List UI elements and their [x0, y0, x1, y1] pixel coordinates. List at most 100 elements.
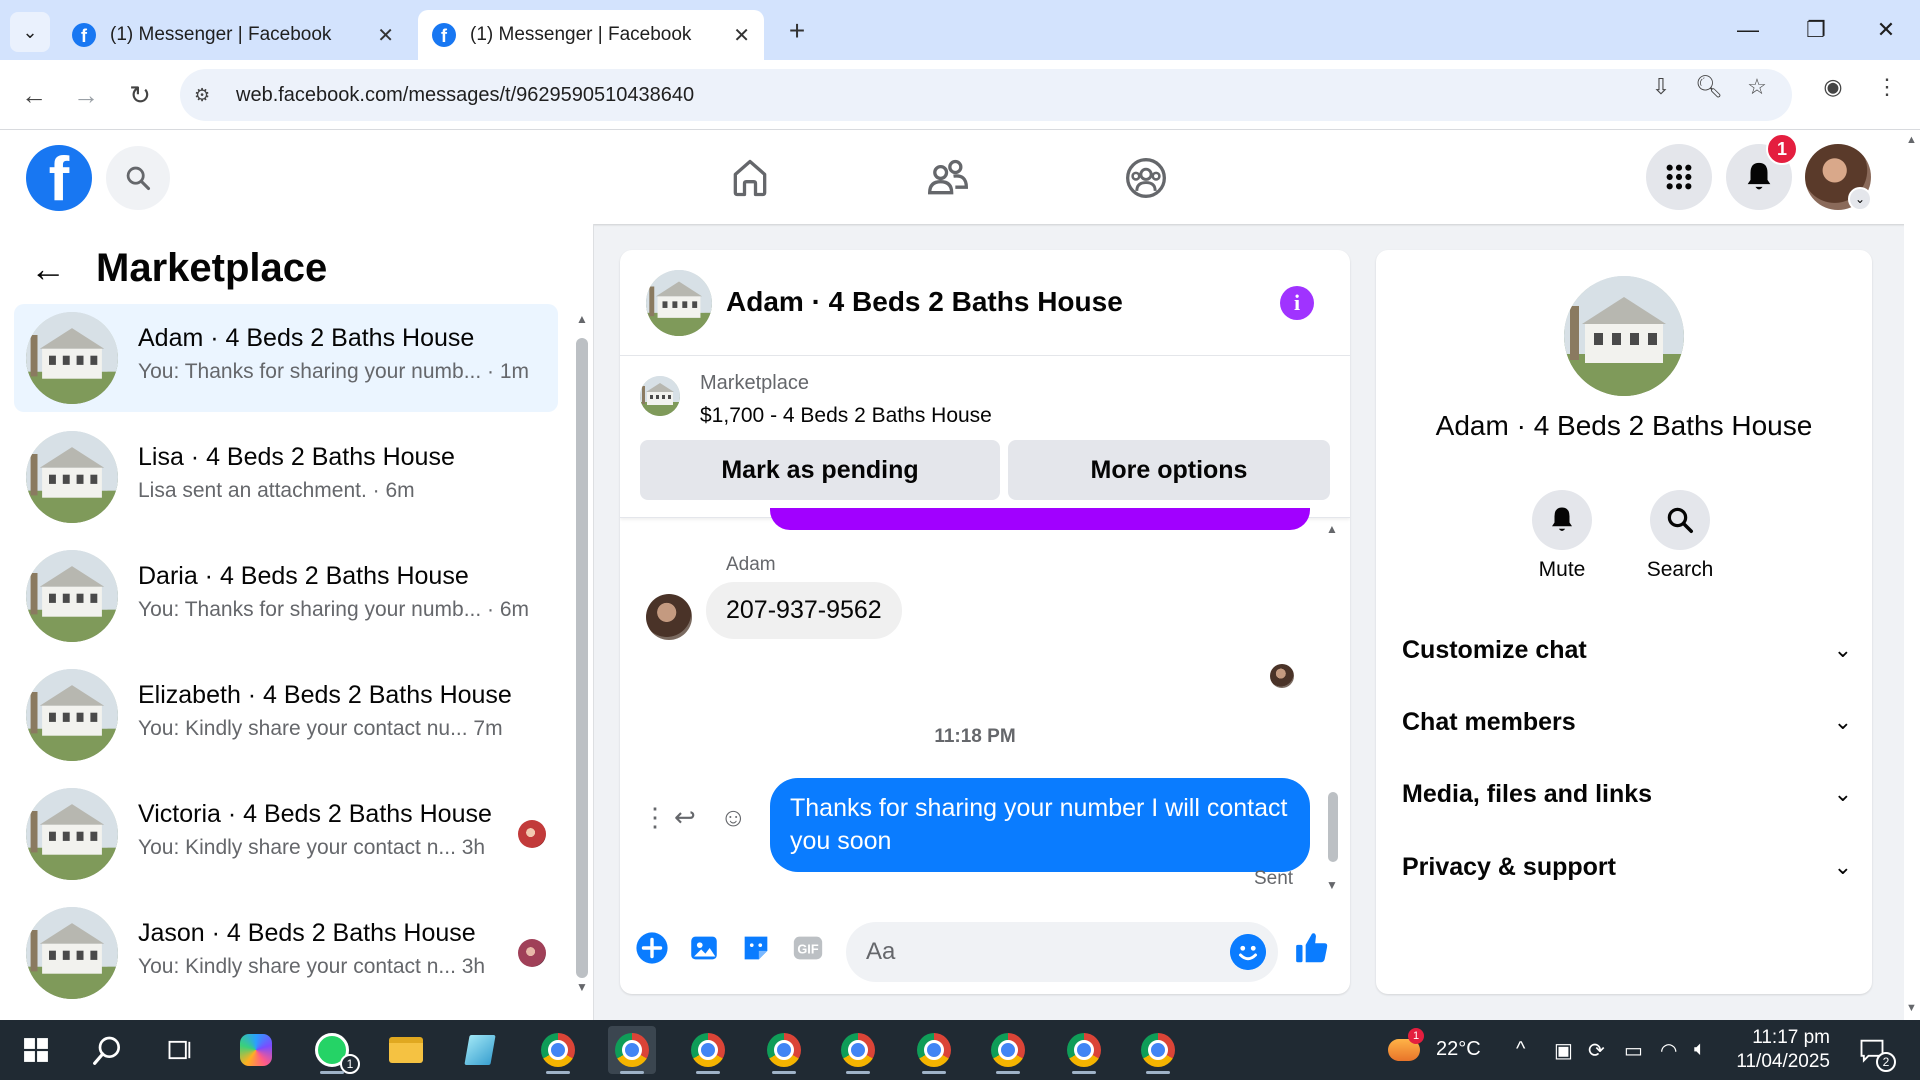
tab-search-button[interactable]: ⌄ — [10, 12, 50, 52]
conversation-item[interactable]: Daria · 4 Beds 2 Baths House You: Thanks… — [14, 542, 558, 650]
start-button[interactable] — [12, 1026, 60, 1074]
chevron-down-icon[interactable]: ⌄ — [1848, 187, 1872, 211]
scroll-down-icon[interactable]: ▼ — [1326, 878, 1338, 892]
chrome-window[interactable] — [1060, 1026, 1108, 1074]
chat-scrollbar[interactable]: ▲ ▼ — [1326, 522, 1340, 898]
chrome-window[interactable] — [760, 1026, 808, 1074]
sidebar-scrollbar[interactable]: ▲ ▼ — [576, 312, 588, 998]
conversation-item[interactable]: Elizabeth · 4 Beds 2 Baths House You: Ki… — [14, 661, 558, 769]
close-tab-icon[interactable]: ✕ — [377, 23, 394, 48]
sender-avatar[interactable] — [646, 594, 692, 640]
zoom-icon[interactable]: 🔍︎ — [1694, 72, 1724, 102]
scrollbar-thumb[interactable] — [576, 338, 588, 978]
meet-now-icon[interactable]: ▣ — [1554, 1038, 1573, 1063]
chrome-window[interactable] — [684, 1026, 732, 1074]
emoji-icon[interactable] — [1230, 934, 1266, 970]
friends-nav-button[interactable] — [922, 152, 974, 204]
chrome-window[interactable] — [984, 1026, 1032, 1074]
battery-icon[interactable]: ▭ — [1624, 1038, 1643, 1063]
attach-photo-button[interactable] — [684, 928, 724, 968]
menu-button[interactable] — [1646, 144, 1712, 210]
gif-button[interactable]: GIF — [788, 928, 828, 968]
groups-nav-button[interactable] — [1120, 152, 1172, 204]
scroll-up-icon[interactable]: ▲ — [1906, 134, 1917, 146]
message-input[interactable]: Aa — [846, 922, 1278, 982]
home-nav-button[interactable] — [724, 152, 776, 204]
wifi-icon[interactable]: ◠ — [1660, 1038, 1677, 1063]
sticker-button[interactable] — [736, 928, 776, 968]
listing-price[interactable]: $1,700 - 4 Beds 2 Baths House — [700, 404, 992, 428]
reload-icon[interactable]: ↻ — [120, 75, 160, 115]
conversation-item[interactable]: Adam · 4 Beds 2 Baths House You: Thanks … — [14, 304, 558, 412]
facebook-header: f ⌄ — [0, 130, 1920, 224]
copilot-app[interactable] — [232, 1026, 280, 1074]
scroll-up-icon[interactable]: ▲ — [576, 312, 588, 326]
scroll-down-icon[interactable]: ▼ — [1906, 1002, 1917, 1014]
weather-temperature[interactable]: 22°C — [1436, 1038, 1481, 1061]
browser-tab[interactable]: f (1) Messenger | Facebook ✕ — [58, 10, 408, 60]
privacy-support-section[interactable]: Privacy & support ⌄ — [1402, 847, 1852, 887]
chat-title[interactable]: Adam · 4 Beds 2 Baths House — [726, 286, 1123, 318]
browser-menu-icon[interactable]: ⋮ — [1872, 72, 1902, 102]
site-settings-icon[interactable]: ⚙ — [194, 85, 222, 106]
conversation-item[interactable]: Victoria · 4 Beds 2 Baths House You: Kin… — [14, 780, 558, 888]
chrome-window[interactable] — [1134, 1026, 1182, 1074]
facebook-logo-icon[interactable]: f — [26, 145, 92, 211]
whatsapp-app[interactable]: 1 — [308, 1026, 360, 1074]
chrome-window[interactable] — [910, 1026, 958, 1074]
chat-members-section[interactable]: Chat members ⌄ — [1402, 702, 1852, 742]
file-explorer-app[interactable] — [382, 1026, 430, 1074]
browser-tab-active[interactable]: f (1) Messenger | Facebook ✕ — [418, 10, 764, 60]
chrome-window[interactable] — [534, 1026, 582, 1074]
back-icon[interactable]: ← — [14, 75, 54, 115]
notification-center-button[interactable]: 2 — [1848, 1026, 1896, 1074]
outgoing-message[interactable]: Thanks for sharing your number I will co… — [770, 778, 1310, 872]
system-clock[interactable]: 11:17 pm 11/04/2025 — [1730, 1026, 1830, 1074]
minimize-icon[interactable]: — — [1728, 10, 1768, 50]
sync-icon[interactable]: ⟳ — [1588, 1038, 1605, 1063]
back-arrow-icon[interactable]: ← — [30, 248, 66, 290]
incoming-message[interactable]: 207-937-9562 — [706, 582, 902, 639]
mute-button[interactable] — [1532, 490, 1592, 550]
more-actions-plus-button[interactable] — [632, 928, 672, 968]
search-in-conversation-button[interactable] — [1650, 490, 1710, 550]
chrome-window-active[interactable] — [608, 1026, 656, 1074]
conversation-item[interactable]: Lisa · 4 Beds 2 Baths House Lisa sent an… — [14, 423, 558, 531]
scroll-up-icon[interactable]: ▲ — [1326, 522, 1338, 536]
search-button[interactable] — [106, 146, 170, 210]
media-files-links-section[interactable]: Media, files and links ⌄ — [1402, 774, 1852, 814]
like-button[interactable] — [1292, 928, 1332, 968]
sticker-icon — [744, 936, 768, 960]
omnibox[interactable]: ⚙ web.facebook.com/messages/t/9629590510… — [180, 69, 1792, 121]
weather-widget[interactable]: 1 — [1380, 1026, 1428, 1074]
new-tab-button[interactable]: + — [780, 14, 814, 48]
conversation-item[interactable]: Jason · 4 Beds 2 Baths House You: Kindly… — [14, 899, 558, 1007]
more-options-button[interactable]: More options — [1008, 440, 1330, 500]
scroll-down-icon[interactable]: ▼ — [576, 980, 588, 994]
house-thumbnail[interactable] — [646, 270, 712, 336]
scrollbar-thumb[interactable] — [1328, 792, 1338, 862]
chrome-icon — [1067, 1033, 1101, 1067]
react-emoji-icon[interactable]: ☺ — [720, 802, 747, 833]
house-thumbnail[interactable] — [640, 376, 680, 416]
notes-app[interactable] — [456, 1026, 504, 1074]
info-icon[interactable]: i — [1280, 286, 1314, 320]
bookmark-star-icon[interactable]: ☆ — [1742, 72, 1772, 102]
profile-icon[interactable]: ◉ — [1818, 72, 1848, 102]
close-tab-icon[interactable]: ✕ — [733, 23, 750, 48]
url-text[interactable]: web.facebook.com/messages/t/962959051043… — [236, 84, 694, 107]
task-view-button[interactable] — [156, 1026, 204, 1074]
reply-icon[interactable]: ↩ — [674, 802, 696, 833]
chrome-window[interactable] — [834, 1026, 882, 1074]
restore-icon[interactable]: ❐ — [1796, 10, 1836, 50]
taskbar-search-button[interactable] — [84, 1026, 132, 1074]
close-window-icon[interactable]: ✕ — [1866, 10, 1906, 50]
page-scrollbar[interactable]: ▲ ▼ — [1904, 130, 1920, 1020]
install-app-icon[interactable]: ⇩ — [1646, 72, 1676, 102]
forward-icon[interactable]: → — [66, 75, 106, 115]
customize-chat-section[interactable]: Customize chat ⌄ — [1402, 630, 1852, 670]
speaker-icon[interactable]: 🔈︎ — [1694, 1038, 1706, 1061]
chevron-up-icon[interactable]: ^ — [1516, 1038, 1525, 1061]
mark-as-pending-button[interactable]: Mark as pending — [640, 440, 1000, 500]
more-actions-icon[interactable]: ⋮ — [642, 802, 668, 833]
